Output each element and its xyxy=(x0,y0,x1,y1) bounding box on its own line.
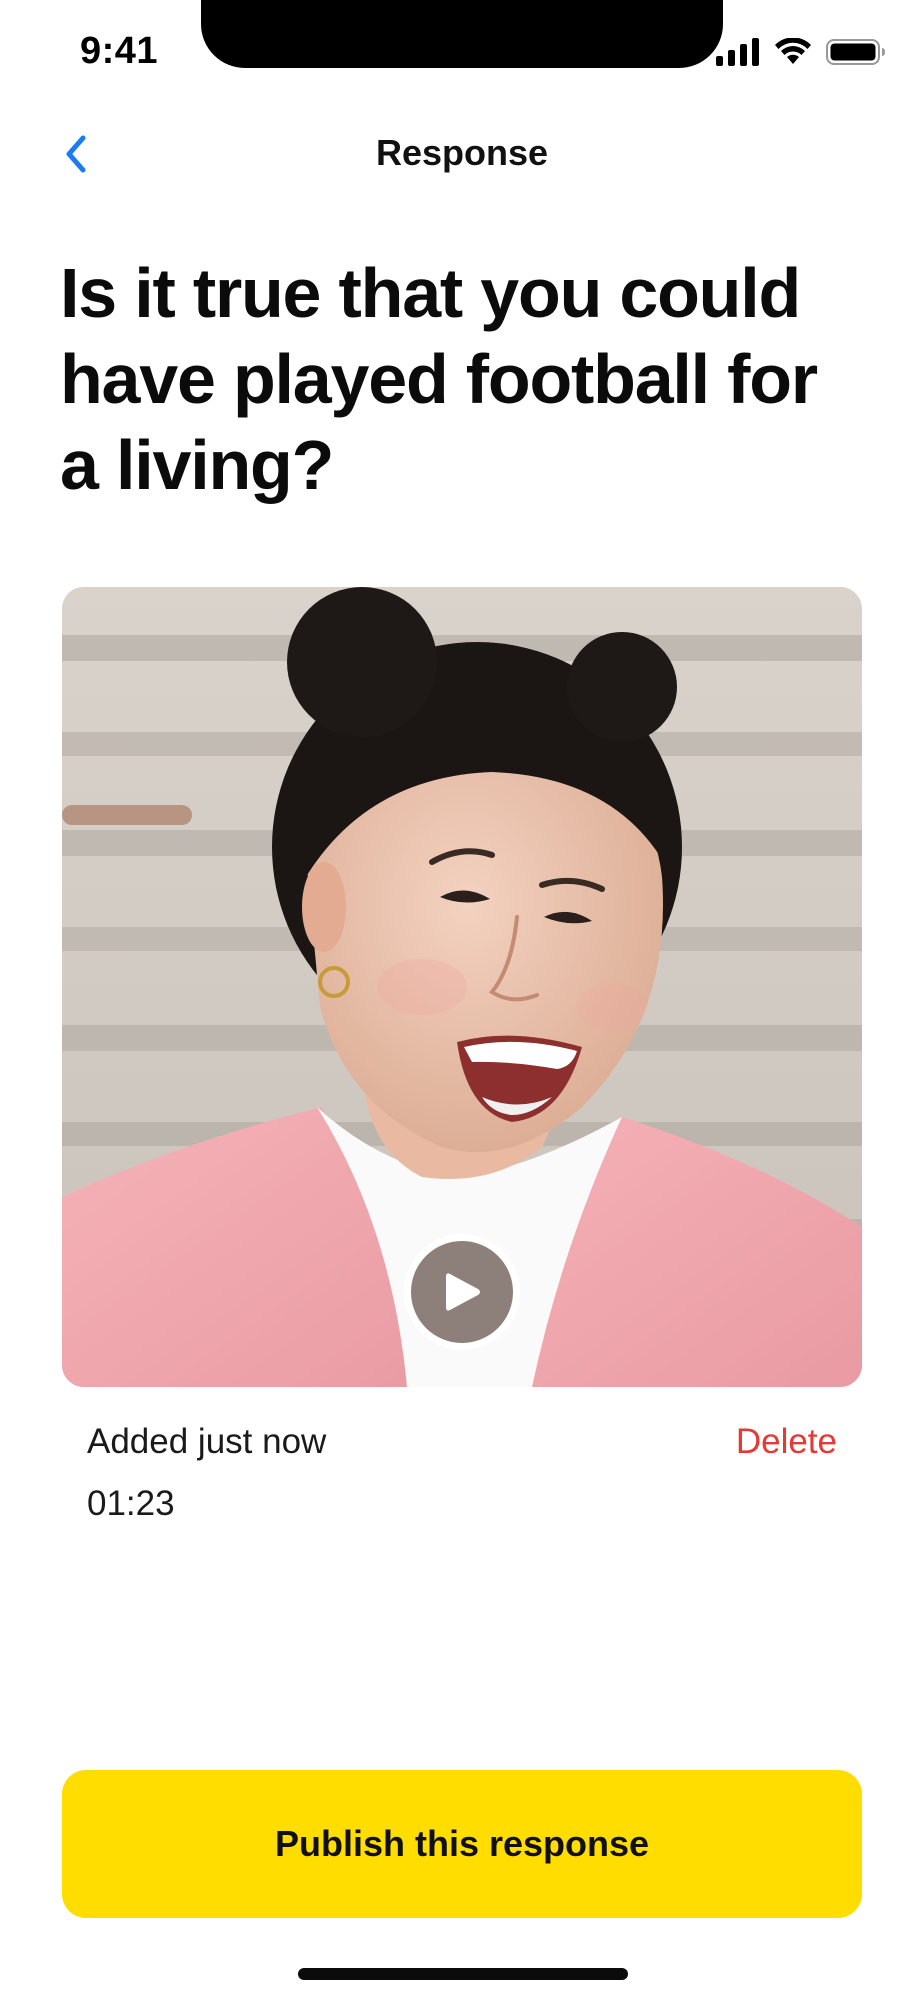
device-notch xyxy=(201,0,723,68)
question-heading: Is it true that you could have played fo… xyxy=(60,254,818,504)
home-indicator[interactable] xyxy=(298,1968,628,1980)
publish-button[interactable]: Publish this response xyxy=(62,1770,862,1918)
play-button[interactable] xyxy=(404,1234,520,1350)
play-icon xyxy=(446,1273,480,1311)
delete-button[interactable]: Delete xyxy=(736,1422,837,1462)
cellular-signal-icon xyxy=(716,38,759,66)
status-bar: 9:41 xyxy=(0,0,924,110)
page-title: Response xyxy=(375,132,549,173)
wifi-icon xyxy=(775,38,811,64)
nav-bar: Response xyxy=(0,120,924,190)
battery-icon xyxy=(826,39,885,65)
status-time: 9:41 xyxy=(80,30,159,72)
video-thumbnail[interactable] xyxy=(62,587,862,1387)
video-duration: 01:23 xyxy=(87,1484,175,1523)
added-timestamp: Added just now xyxy=(87,1422,327,1461)
status-icons xyxy=(716,38,886,66)
